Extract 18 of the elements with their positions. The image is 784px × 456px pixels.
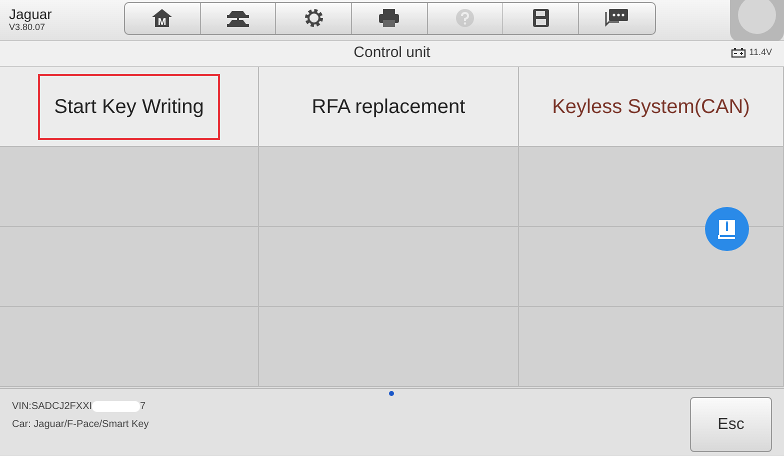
version-label: V3.80.07	[9, 22, 46, 33]
esc-button[interactable]: Esc	[690, 397, 772, 452]
toolbar-button[interactable]: M	[125, 2, 201, 34]
app-title: Jaguar	[9, 7, 53, 23]
battery-icon	[731, 48, 746, 58]
battery-voltage: 11.4V	[749, 46, 772, 59]
vehicle-label: Car: Jaguar/F-Pace/Smart Key	[12, 418, 149, 432]
redaction-mark	[92, 400, 140, 412]
chat-icon	[604, 8, 629, 28]
settings-icon	[304, 8, 324, 28]
home-icon: M	[151, 8, 174, 28]
page-indicator	[389, 391, 394, 396]
section-title: Control unit	[354, 43, 430, 64]
vin-label: VIN:SADCJ2FXXI	[12, 401, 92, 412]
book-icon	[716, 218, 738, 240]
vin-suffix: 7	[140, 401, 146, 412]
help-icon	[455, 8, 476, 28]
printer-icon	[378, 8, 400, 28]
